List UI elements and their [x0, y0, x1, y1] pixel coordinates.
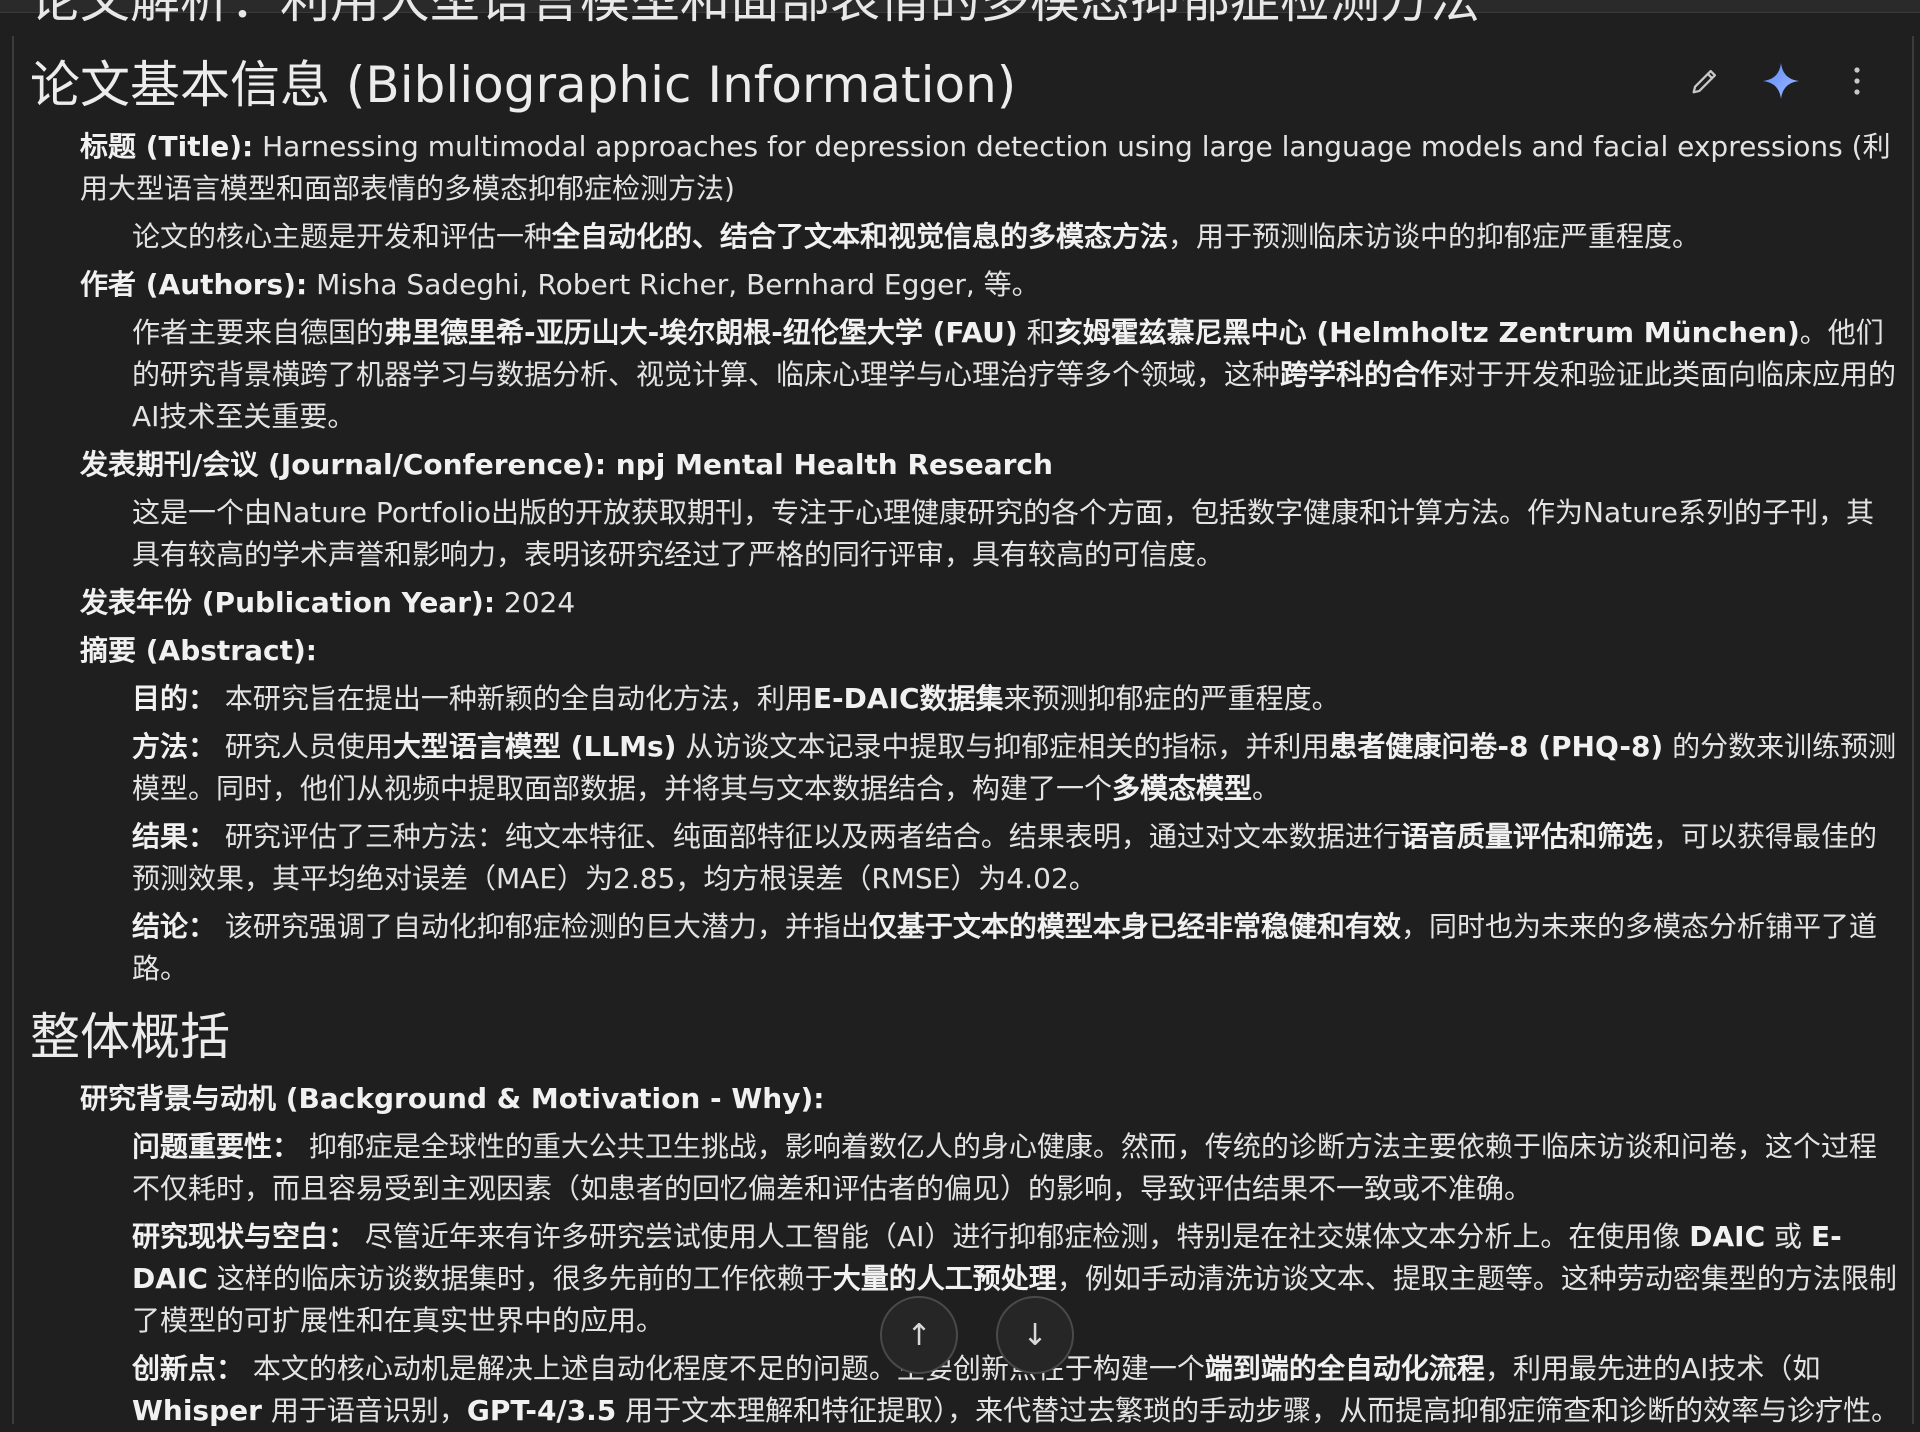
text-bold: 跨学科的合作 [1280, 358, 1449, 391]
text-bold: 仅基于文本的模型本身已经非常稳健和有效 [868, 910, 1401, 943]
text-run: 作者主要来自德国的 [132, 316, 385, 349]
text-run: 研究人员使用 [216, 730, 393, 763]
bib-abstract-item: 摘要 (Abstract): [80, 630, 1900, 672]
abstract-conclusion-label: 结论： [132, 910, 217, 943]
abstract-result: 结果： 研究评估了三种方法：纯文本特征、纯面部特征以及两者结合。结果表明，通过对… [132, 816, 1900, 900]
text-bold: 患者健康问卷-8 (PHQ-8) [1329, 730, 1664, 763]
bib-title-item: 标题 (Title): Harnessing multimodal approa… [80, 126, 1900, 210]
text-bold: GPT-4/3.5 [466, 1394, 617, 1427]
right-border [1912, 36, 1914, 1424]
abstract-conclusion: 结论： 该研究强调了自动化抑郁症检测的巨大潜力，并指出仅基于文本的模型本身已经非… [132, 906, 1900, 990]
text-run: 和 [1017, 316, 1055, 349]
text-run: 从访谈文本记录中提取与抑郁症相关的指标，并利用 [676, 730, 1330, 763]
section-heading-overview: 整体概括 [30, 1008, 230, 1066]
text-run: 论文的核心主题是开发和评估一种 [132, 220, 553, 253]
text-run: 该研究强调了自动化抑郁症检测的巨大潜力，并指出 [216, 910, 869, 943]
text-run: 这样的临床访谈数据集时，很多先前的工作依赖于 [207, 1262, 833, 1295]
text-bold: DAIC [1689, 1220, 1766, 1253]
text-run: 用于语音识别， [261, 1394, 467, 1427]
text-run: 。 [1252, 772, 1281, 805]
bib-authors-note: 作者主要来自德国的弗里德里希-亚历山大-埃尔朗根-纽伦堡大学 (FAU) 和亥姆… [132, 312, 1900, 438]
gap-label: 研究现状与空白： [132, 1220, 357, 1253]
text-bold: 弗里德里希-亚历山大-埃尔朗根-纽伦堡大学 (FAU) [384, 316, 1018, 349]
bib-year-item: 发表年份 (Publication Year): 2024 [80, 582, 1900, 624]
abstract-result-label: 结果： [132, 820, 217, 853]
bib-journal-label: 发表期刊/会议 (Journal/Conference): npj Mental… [80, 448, 1053, 481]
text-bold: 全自动化的、结合了文本和视觉信息的多模态方法 [552, 220, 1169, 253]
scroll-down-button[interactable]: ↓ [996, 1296, 1074, 1374]
abstract-purpose: 目的： 本研究旨在提出一种新颖的全自动化方法，利用E-DAIC数据集来预测抑郁症… [132, 678, 1900, 720]
bib-authors-item: 作者 (Authors): Misha Sadeghi, Robert Rich… [80, 264, 1900, 306]
text-run: 抑郁症是全球性的重大公共卫生挑战，影响着数亿人的身心健康。然而，传统的诊断方法主… [132, 1130, 1877, 1205]
bib-journal-note: 这是一个由Nature Portfolio出版的开放获取期刊，专注于心理健康研究… [132, 496, 1874, 571]
bib-authors-label: 作者 (Authors): [80, 268, 308, 301]
bib-title-note: 论文的核心主题是开发和评估一种全自动化的、结合了文本和视觉信息的多模态方法，用于… [132, 216, 1900, 258]
text-run: 本研究旨在提出一种新颖的全自动化方法，利用 [216, 682, 813, 715]
abstract-purpose-label: 目的： [132, 682, 217, 715]
text-run: 或 [1765, 1220, 1811, 1253]
text-bold: 大量的人工预处理 [832, 1262, 1057, 1295]
overview-background-label: 研究背景与动机 (Background & Motivation - Why): [80, 1082, 825, 1115]
text-bold: E-DAIC数据集 [812, 682, 1004, 715]
overview-background-item: 研究背景与动机 (Background & Motivation - Why): [80, 1078, 1900, 1120]
overview-importance: 问题重要性： 抑郁症是全球性的重大公共卫生挑战，影响着数亿人的身心健康。然而，传… [132, 1126, 1900, 1210]
text-run: 研究评估了三种方法：纯文本特征、纯面部特征以及两者结合。结果表明，通过对文本数据… [216, 820, 1401, 853]
bib-year-label: 发表年份 (Publication Year): [80, 586, 496, 619]
bib-title-value: Harnessing multimodal approaches for dep… [80, 130, 1891, 205]
importance-label: 问题重要性： [132, 1130, 301, 1163]
section-heading-bibliographic: 论文基本信息 (Bibliographic Information) [30, 56, 1017, 114]
innovation-label: 创新点： [132, 1352, 245, 1385]
scroll-up-button[interactable]: ↑ [880, 1296, 958, 1374]
text-run: 来预测抑郁症的严重程度。 [1003, 682, 1340, 715]
bib-journal-item: 发表期刊/会议 (Journal/Conference): npj Mental… [80, 444, 1900, 486]
text-bold: 端到端的全自动化流程 [1204, 1352, 1485, 1385]
document-content: 论文基本信息 (Bibliographic Information) 标题 (T… [30, 50, 1900, 1432]
text-bold: 大型语言模型 (LLMs) [392, 730, 677, 763]
arrow-up-icon: ↑ [906, 1317, 932, 1353]
text-run: 用于文本理解和特征提取），来代替过去繁琐的手动步骤，从而提高抑郁症筛查和诊断的效… [616, 1394, 1900, 1427]
text-bold: 多模态模型 [1112, 772, 1253, 805]
bib-year-value: 2024 [495, 586, 576, 619]
text-run: ，用于预测临床访谈中的抑郁症严重程度。 [1168, 220, 1701, 253]
arrow-down-icon: ↓ [1022, 1317, 1048, 1353]
bib-authors-value: Misha Sadeghi, Robert Richer, Bernhard E… [307, 268, 1040, 301]
bib-abstract-label: 摘要 (Abstract): [80, 634, 317, 667]
text-bold: Whisper [132, 1394, 262, 1427]
bib-title-label: 标题 (Title): [80, 130, 254, 163]
text-bold: 亥姆霍兹慕尼黑中心 (Helmholtz Zentrum München) [1054, 316, 1800, 349]
left-border [12, 36, 14, 1424]
text-bold: 语音质量评估和筛选 [1400, 820, 1653, 853]
abstract-method-label: 方法： [132, 730, 217, 763]
text-run: ，利用最先进的AI技术（如 [1484, 1352, 1821, 1385]
abstract-method: 方法： 研究人员使用大型语言模型 (LLMs) 从访谈文本记录中提取与抑郁症相关… [132, 726, 1900, 810]
text-run: 尽管近年来有许多研究尝试使用人工智能（AI）进行抑郁症检测，特别是在社交媒体文本… [356, 1220, 1690, 1253]
document-title-cut: 论文解析：利用大型语言模型和面部表情的多模态抑郁症检测方法 [30, 0, 1480, 29]
